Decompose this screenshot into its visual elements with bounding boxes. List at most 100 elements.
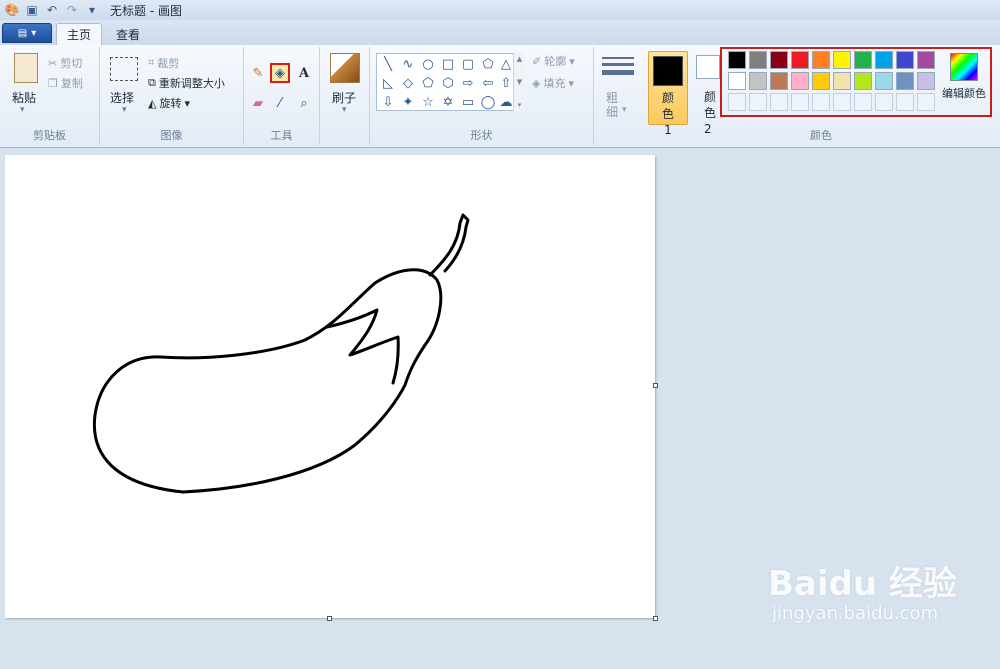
custom-color-slot[interactable]	[896, 93, 914, 111]
palette-color-swatch[interactable]	[812, 51, 830, 69]
palette-color-swatch[interactable]	[791, 51, 809, 69]
fill-bucket-icon[interactable]: ◈	[270, 63, 290, 83]
paste-icon[interactable]	[14, 53, 38, 83]
edit-colors-button[interactable]: 编辑颜色	[938, 51, 990, 113]
size-button[interactable]: 粗细	[606, 91, 620, 119]
palette-color-swatch[interactable]	[749, 72, 767, 90]
palette-color-swatch[interactable]	[833, 51, 851, 69]
custom-color-slot[interactable]	[854, 93, 872, 111]
palette-color-swatch[interactable]	[791, 72, 809, 90]
cut-button[interactable]: ✂ 剪切	[48, 55, 82, 71]
drawing-canvas[interactable]	[5, 155, 655, 618]
down-arrow-shape-icon[interactable]: ⇩	[379, 93, 397, 111]
select-button[interactable]: 选择	[110, 89, 134, 106]
eggplant-body-outline	[92, 355, 407, 494]
palette-color-swatch[interactable]	[875, 51, 893, 69]
paint-app-icon[interactable]: 🎨	[4, 2, 20, 18]
palette-color-swatch[interactable]	[896, 72, 914, 90]
text-tool-icon[interactable]: A	[294, 63, 314, 83]
resize-handle-right[interactable]	[653, 383, 658, 388]
brushes-dropdown-icon[interactable]: ▾	[342, 105, 347, 115]
scroll-up-icon[interactable]: ▲	[517, 55, 522, 63]
resize-button[interactable]: ⧉ 重新调整大小	[148, 75, 225, 91]
line-shape-icon[interactable]: ╲	[379, 55, 397, 73]
save-icon[interactable]: ▣	[24, 2, 40, 18]
custom-color-slot[interactable]	[833, 93, 851, 111]
size-dropdown-icon[interactable]: ▾	[622, 105, 627, 115]
four-point-star-icon[interactable]: ✦	[399, 93, 417, 111]
diamond-shape-icon[interactable]: ◇	[399, 74, 417, 92]
fill-button[interactable]: ◈ 填充 ▾	[532, 75, 574, 91]
color-2-swatch	[696, 55, 720, 79]
rounded-rectangle-shape-icon[interactable]: ▢	[459, 55, 477, 73]
rounded-callout-icon[interactable]: ▭	[459, 93, 477, 111]
custom-color-slot[interactable]	[812, 93, 830, 111]
shapes-gallery: ╲ ∿ ○ □ ▢ ⬠ △ ◺ ◇ ⬠ ⬡ ⇨ ⇦ ⇧ ⇩ ✦ ☆ ✡ ▭ ◯ …	[376, 53, 524, 111]
palette-color-swatch[interactable]	[728, 51, 746, 69]
custom-color-slot[interactable]	[791, 93, 809, 111]
tab-view[interactable]: 查看	[106, 23, 150, 45]
palette-color-swatch[interactable]	[896, 51, 914, 69]
select-dropdown-icon[interactable]: ▾	[122, 105, 127, 115]
custom-color-slot[interactable]	[770, 93, 788, 111]
brush-icon[interactable]	[330, 53, 360, 83]
color-picker-icon[interactable]: ⁄	[270, 93, 290, 113]
palette-color-swatch[interactable]	[833, 72, 851, 90]
left-arrow-shape-icon[interactable]: ⇦	[479, 74, 497, 92]
paste-button[interactable]: 粘贴	[12, 89, 36, 106]
brushes-button[interactable]: 刷子	[332, 89, 356, 106]
palette-color-swatch[interactable]	[812, 72, 830, 90]
magnifier-icon[interactable]: ⌕	[294, 93, 314, 113]
custom-color-slot[interactable]	[728, 93, 746, 111]
rectangle-shape-icon[interactable]: □	[439, 55, 457, 73]
polygon-shape-icon[interactable]: ⬠	[479, 55, 497, 73]
expand-gallery-icon[interactable]: ▾	[518, 101, 522, 109]
palette-color-swatch[interactable]	[917, 72, 935, 90]
shapes-scrollbar[interactable]: ▲ ▼ ▾	[513, 53, 525, 111]
custom-color-slot[interactable]	[749, 93, 767, 111]
color-1-selector[interactable]: 颜色 1	[648, 51, 688, 137]
chevron-down-icon: ▾	[568, 76, 574, 90]
crop-button[interactable]: ⌗ 裁剪	[148, 55, 179, 71]
undo-icon[interactable]: ↶	[44, 2, 60, 18]
color-2-selector[interactable]: 颜色 2	[692, 51, 722, 136]
pencil-icon[interactable]: ✎	[248, 63, 268, 83]
palette-color-swatch[interactable]	[854, 72, 872, 90]
palette-color-swatch[interactable]	[770, 72, 788, 90]
hexagon-shape-icon[interactable]: ⬡	[439, 74, 457, 92]
shapes-group-label: 形状	[470, 129, 493, 142]
rotate-button[interactable]: ◭ 旋转 ▾	[148, 95, 190, 111]
copy-button[interactable]: ❐ 复制	[48, 75, 83, 91]
pentagon-shape-icon[interactable]: ⬠	[419, 74, 437, 92]
redo-icon[interactable]: ↷	[64, 2, 80, 18]
select-icon[interactable]	[110, 57, 138, 81]
line-size-icon[interactable]	[602, 57, 634, 75]
palette-color-swatch[interactable]	[770, 51, 788, 69]
outline-button[interactable]: ✐ 轮廓 ▾	[532, 53, 575, 69]
palette-color-swatch[interactable]	[875, 72, 893, 90]
palette-color-swatch[interactable]	[728, 72, 746, 90]
resize-handle-corner[interactable]	[653, 616, 658, 621]
palette-color-swatch[interactable]	[749, 51, 767, 69]
palette-color-swatch[interactable]	[854, 51, 872, 69]
resize-handle-bottom[interactable]	[327, 616, 332, 621]
eraser-icon[interactable]: ▰	[248, 93, 268, 113]
custom-color-slot[interactable]	[917, 93, 935, 111]
scroll-down-icon[interactable]: ▼	[517, 78, 522, 86]
right-triangle-shape-icon[interactable]: ◺	[379, 74, 397, 92]
customize-toolbar-icon[interactable]: ▾	[84, 2, 100, 18]
oval-shape-icon[interactable]: ○	[419, 55, 437, 73]
custom-color-slot[interactable]	[875, 93, 893, 111]
six-point-star-icon[interactable]: ✡	[439, 93, 457, 111]
edit-colors-label: 编辑颜色	[942, 87, 986, 100]
tab-home[interactable]: 主页	[56, 23, 103, 45]
five-point-star-icon[interactable]: ☆	[419, 93, 437, 111]
palette-color-swatch[interactable]	[917, 51, 935, 69]
curve-shape-icon[interactable]: ∿	[399, 55, 417, 73]
oval-callout-icon[interactable]: ◯	[479, 93, 497, 111]
scissors-icon: ✂	[48, 56, 58, 70]
window-title: 无标题 - 画图	[110, 3, 182, 18]
application-menu-button[interactable]: ▤ ▾	[2, 23, 52, 43]
right-arrow-shape-icon[interactable]: ⇨	[459, 74, 477, 92]
paste-dropdown-icon[interactable]: ▾	[20, 105, 25, 115]
